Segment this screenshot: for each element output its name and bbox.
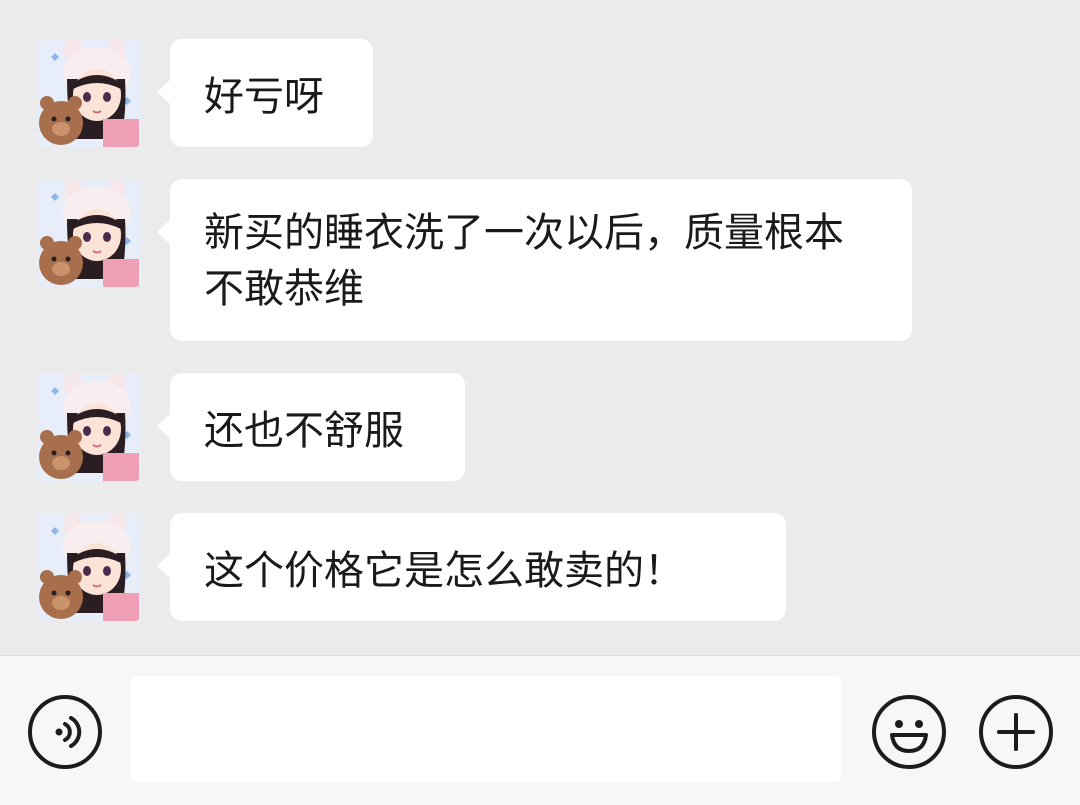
chat-area[interactable]: 好亏呀 新买的睡衣洗了一次以后，质量根本不敢恭维 还也不舒服 这个价格它是怎么敢… — [0, 0, 1080, 655]
message-text: 还也不舒服 — [204, 408, 404, 454]
avatar[interactable] — [37, 39, 141, 147]
avatar-image — [37, 373, 141, 481]
more-button[interactable] — [979, 695, 1053, 769]
message-bubble[interactable]: 好亏呀 — [157, 39, 373, 147]
avatar[interactable] — [37, 179, 141, 287]
emoji-icon — [890, 720, 928, 753]
emoji-button[interactable] — [872, 695, 946, 769]
message-text: 新买的睡衣洗了一次以后，质量根本不敢恭维 — [204, 210, 844, 312]
message-text: 这个价格它是怎么敢卖的！ — [204, 548, 684, 594]
message-input[interactable] — [130, 676, 842, 782]
plus-icon — [997, 713, 1035, 751]
message-bubble[interactable]: 这个价格它是怎么敢卖的！ — [157, 513, 786, 621]
voice-icon — [55, 716, 82, 748]
message-bubble[interactable]: 新买的睡衣洗了一次以后，质量根本不敢恭维 — [157, 179, 912, 341]
avatar[interactable] — [37, 513, 141, 621]
avatar[interactable] — [37, 373, 141, 481]
message-text: 好亏呀 — [204, 74, 324, 120]
voice-button[interactable] — [28, 695, 102, 769]
avatar-image — [37, 179, 141, 287]
avatar-image — [37, 39, 141, 147]
avatar-image — [37, 513, 141, 621]
message-bubble[interactable]: 还也不舒服 — [157, 373, 465, 481]
